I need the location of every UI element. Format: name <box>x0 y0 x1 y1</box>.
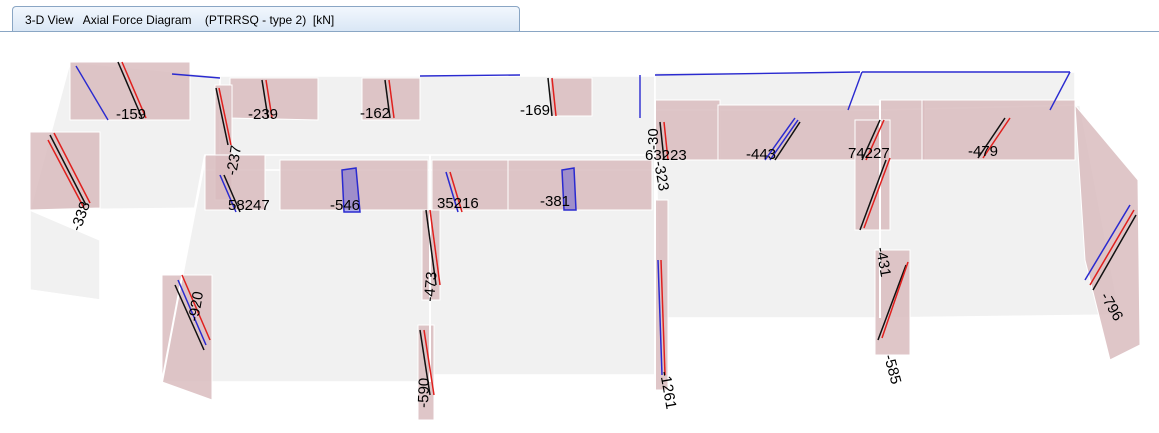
force-label: -473 <box>421 271 441 302</box>
force-label: -585 <box>880 353 904 386</box>
force-label: -239 <box>248 106 278 123</box>
force-label: -159 <box>116 106 146 123</box>
force-label: -169 <box>520 102 550 119</box>
force-label: 74227 <box>848 145 890 162</box>
force-label: -443 <box>746 146 776 163</box>
force-label: -381 <box>540 193 570 210</box>
force-label: -162 <box>360 105 390 122</box>
3d-viewport[interactable]: -159 -239 -162 -169 -338 -237 58247 -546… <box>0 32 1159 428</box>
force-label: -1261 <box>656 370 679 411</box>
force-label: -590 <box>415 378 433 409</box>
force-label: 58247 <box>228 197 270 214</box>
force-label: 35216 <box>437 195 479 212</box>
axial-force-diagram: -159 -239 -162 -169 -338 -237 58247 -546… <box>29 61 1141 421</box>
force-label: 63223 <box>645 147 687 164</box>
tab-3d-view[interactable]: 3-D View Axial Force Diagram (PTRRSQ - t… <box>12 6 520 32</box>
force-label: -479 <box>968 143 998 160</box>
force-label: -546 <box>330 197 360 214</box>
tab-bar: 3-D View Axial Force Diagram (PTRRSQ - t… <box>0 0 1159 32</box>
